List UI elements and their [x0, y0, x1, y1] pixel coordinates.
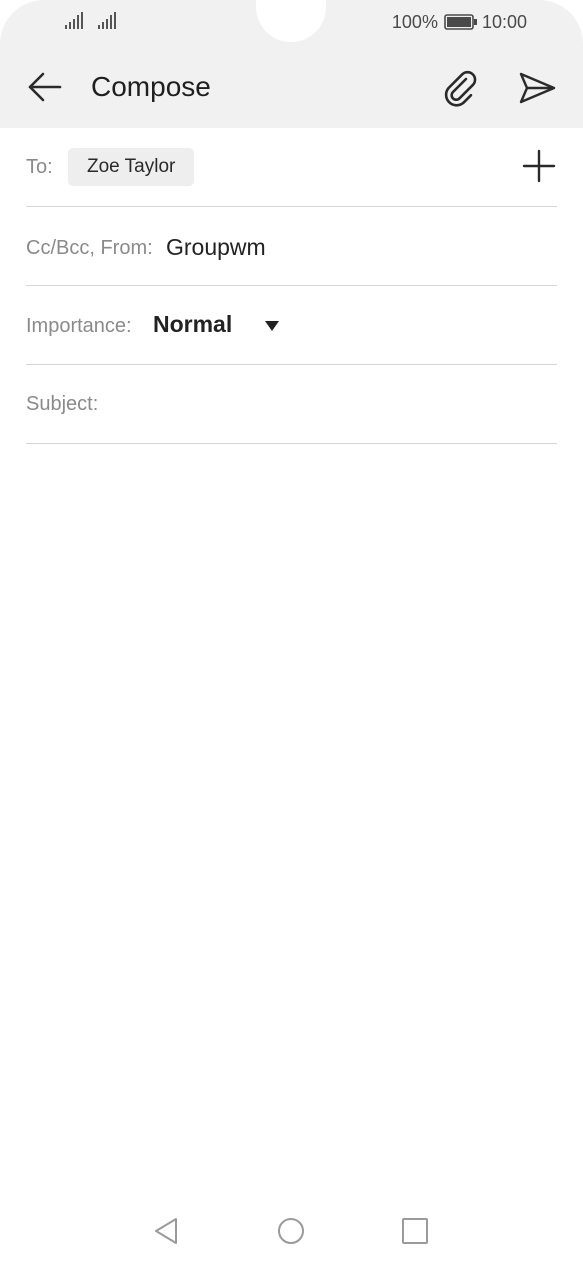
- app-bar: Compose: [0, 48, 583, 128]
- send-icon[interactable]: [516, 68, 558, 108]
- subject-label: Subject:: [26, 393, 99, 415]
- importance-dropdown[interactable]: Normal: [153, 308, 293, 344]
- cc-bcc-from-row[interactable]: Cc/Bcc, From: Groupwm: [26, 207, 557, 286]
- arrow-left-icon[interactable]: [24, 66, 66, 108]
- system-nav-bar: [0, 1196, 583, 1264]
- page-title: Compose: [91, 71, 211, 102]
- compose-form: To: Zoe Taylor Cc/Bcc, From: Groupwm Imp…: [26, 128, 557, 444]
- battery-percent: 100%: [391, 11, 438, 32]
- status-right: 100% 10:00: [392, 11, 527, 33]
- importance-label: Importance:: [26, 315, 132, 337]
- importance-row: Importance: Normal: [26, 286, 557, 365]
- recipient-chip[interactable]: Zoe Taylor: [68, 148, 195, 186]
- paperclip-icon[interactable]: [438, 66, 482, 110]
- plus-icon[interactable]: [521, 148, 557, 184]
- to-label: To:: [26, 156, 53, 178]
- from-account-value[interactable]: Groupwm: [166, 234, 266, 261]
- signal-strength-icon: [65, 12, 83, 29]
- subject-row: Subject:: [26, 365, 557, 444]
- circle-home-icon[interactable]: [274, 1214, 308, 1248]
- message-body-area[interactable]: [26, 444, 557, 1184]
- status-bar: 100% 10:00: [0, 0, 583, 44]
- phone-screen: 100% 10:00 Compose To: Zoe Taylor Cc/Bcc…: [0, 0, 583, 1264]
- to-row: To: Zoe Taylor: [26, 128, 557, 207]
- triangle-back-icon[interactable]: [150, 1214, 184, 1248]
- cc-bcc-from-label: Cc/Bcc, From:: [26, 237, 153, 259]
- signal-strength-icon: [98, 12, 116, 29]
- square-recents-icon[interactable]: [398, 1214, 432, 1248]
- subject-input[interactable]: [108, 385, 552, 425]
- importance-value: Normal: [153, 311, 233, 337]
- top-chrome: 100% 10:00 Compose: [0, 0, 583, 128]
- status-time: 10:00: [481, 11, 527, 32]
- battery-full-icon: [444, 14, 477, 30]
- triangle-down-icon: [265, 321, 279, 331]
